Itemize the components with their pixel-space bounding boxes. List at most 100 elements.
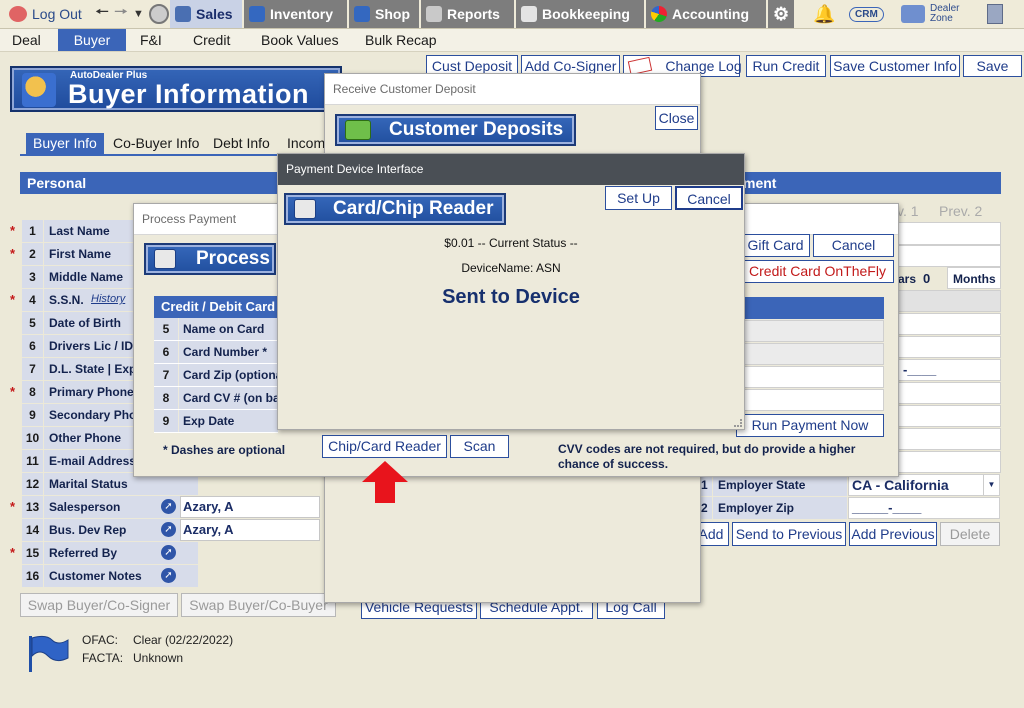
right-input-1[interactable] [884, 313, 1001, 335]
credit-debit-card-table: Credit / Debit Card 5 Name on Card 6 Card N… [154, 296, 278, 433]
pie-chart-icon [651, 6, 667, 22]
history-nav[interactable]: 🠔 🠖 ▼ [90, 0, 149, 28]
nav-inventory[interactable]: Inventory [244, 0, 347, 28]
device-cancel-button[interactable]: Cancel [675, 186, 743, 210]
row-number: 12 [22, 473, 43, 495]
nav-shop[interactable]: Shop [349, 0, 419, 28]
crm-icon[interactable]: CRM [844, 0, 889, 28]
required-marker: * [10, 545, 16, 560]
employer-zip-field[interactable]: _____-____ [848, 497, 1000, 519]
right-input-4[interactable] [884, 382, 1001, 404]
ofac-label: OFAC: [82, 633, 119, 647]
close-button[interactable]: Close [655, 106, 698, 130]
right-input-2[interactable] [884, 336, 1001, 358]
payment-right-field-4[interactable] [744, 389, 884, 411]
chip-card-reader-button[interactable]: Chip/Card Reader [322, 435, 447, 458]
page-title: Buyer Information [68, 79, 310, 109]
credit-card-onthefly-button[interactable]: Credit Card OnTheFly [741, 260, 894, 283]
run-payment-now-button[interactable]: Run Payment Now [736, 414, 884, 437]
card-field-row: 5 Name on Card [154, 318, 278, 341]
swap-buyer-cosigner-button[interactable]: Swap Buyer/Co-Signer [20, 593, 178, 617]
device-name: DeviceName: ASN [461, 261, 561, 275]
sub-nav: Deal Buyer F&I Credit Book Values Bulk R… [0, 29, 1024, 52]
save-button[interactable]: Save [963, 55, 1022, 77]
facta-label: FACTA: [82, 651, 124, 665]
delete-button[interactable]: Delete [940, 522, 1000, 546]
tab-debt-info[interactable]: Debt Info [206, 133, 277, 154]
right-input-7[interactable] [884, 451, 1001, 473]
row-number: 2 [22, 243, 43, 265]
lookup-arrow-icon[interactable]: ➚ [161, 545, 176, 560]
payment-right-header [744, 297, 884, 319]
dealer-zone-link[interactable]: Dealer Zone [896, 0, 964, 28]
dealer-zone-icon [901, 5, 925, 23]
tab-buyer-info[interactable]: Buyer Info [26, 133, 104, 154]
prev1-tab[interactable]: v. 1 [897, 203, 919, 219]
subtab-credit[interactable]: Credit [181, 29, 242, 51]
card-row-label: Name on Card [179, 318, 278, 340]
add-previous-button[interactable]: Add Previous [849, 522, 937, 546]
required-marker: * [10, 499, 16, 514]
lookup-arrow-icon[interactable]: ➚ [161, 499, 176, 514]
row-number: 13 [22, 496, 43, 518]
payment-right-field-3[interactable] [744, 366, 884, 388]
row-number: 3 [22, 266, 43, 288]
setup-button[interactable]: Set Up [605, 186, 672, 210]
employer-state-select[interactable]: CA - California ▼ [848, 474, 1000, 496]
employer-field[interactable] [898, 222, 1001, 245]
calculator-icon[interactable] [982, 0, 1008, 28]
card-row-label: Card Number * [179, 341, 278, 363]
cvv-note: CVV codes are not required, but do provi… [558, 442, 856, 471]
nav-reports[interactable]: Reports [421, 0, 514, 28]
notification-bell-icon[interactable]: 🔔 [808, 0, 840, 28]
swap-buyer-cobuyer-button[interactable]: Swap Buyer/Co-Buyer [181, 593, 336, 617]
save-customer-info-button[interactable]: Save Customer Info [830, 55, 960, 77]
subtab-book-values[interactable]: Book Values [249, 29, 351, 51]
subtab-buyer[interactable]: Buyer [58, 29, 126, 51]
ssn-history-link[interactable]: History [91, 293, 125, 305]
card-reader-icon [294, 199, 316, 219]
prev2-tab[interactable]: Prev. 2 [939, 203, 982, 219]
card-row-number: 5 [154, 318, 178, 340]
gift-card-button[interactable]: Gift Card [741, 234, 810, 257]
forward-arrow-icon[interactable]: 🠖 [114, 1, 128, 28]
subtab-fi[interactable]: F&I [128, 29, 174, 51]
process-cancel-button[interactable]: Cancel [813, 234, 894, 257]
right-zip-field[interactable]: -____ [884, 359, 1001, 381]
payment-right-field-1[interactable] [744, 320, 884, 342]
subtab-bulk-recap[interactable]: Bulk Recap [353, 29, 449, 51]
subtab-deal[interactable]: Deal [0, 29, 53, 51]
resize-grip-icon[interactable] [734, 419, 742, 427]
card-row-label: Card CV # (on back) [179, 387, 278, 409]
lookup-arrow-icon[interactable]: ➚ [161, 522, 176, 537]
employer-field-2[interactable] [898, 245, 1001, 267]
card-row-number: 9 [154, 410, 178, 432]
row-number: 10 [22, 427, 43, 449]
send-to-previous-button[interactable]: Send to Previous [732, 522, 846, 546]
dropdown-arrow-icon[interactable]: ▼ [983, 475, 999, 495]
card-field-row: 9 Exp Date [154, 410, 278, 433]
row-value-field[interactable]: Azary, A [180, 519, 320, 541]
right-input-6[interactable] [884, 428, 1001, 450]
lookup-arrow-icon[interactable]: ➚ [161, 568, 176, 583]
nav-bookkeeping[interactable]: Bookkeeping [516, 0, 644, 28]
row-number: 9 [22, 404, 43, 426]
row-value-field[interactable]: Azary, A [180, 496, 320, 518]
scan-button[interactable]: Scan [450, 435, 509, 458]
tab-co-buyer-info[interactable]: Co-Buyer Info [106, 133, 206, 154]
back-arrow-icon[interactable]: 🠔 [95, 1, 109, 28]
employer-zip-label: Employer Zip [713, 497, 847, 519]
nav-sales[interactable]: Sales [170, 0, 242, 28]
payment-device-dialog: Payment Device Interface Card/Chip Reade… [277, 153, 745, 430]
card-row-label: Card Zip (optional) [179, 364, 278, 386]
nav-accounting[interactable]: Accounting [646, 0, 766, 28]
run-credit-button[interactable]: Run Credit [746, 55, 826, 77]
settings-gear-icon[interactable]: ⚙ [768, 0, 794, 28]
device-status: $0.01 -- Current Status -- [444, 236, 578, 250]
chevron-down-icon[interactable]: ▼ [133, 8, 144, 20]
payment-right-field-2[interactable] [744, 343, 884, 365]
card-row-label: Exp Date [179, 410, 278, 432]
right-input-5[interactable] [884, 405, 1001, 427]
logout-link[interactable]: Log Out [4, 0, 87, 28]
customer-deposits-header: Customer Deposits [335, 114, 576, 146]
